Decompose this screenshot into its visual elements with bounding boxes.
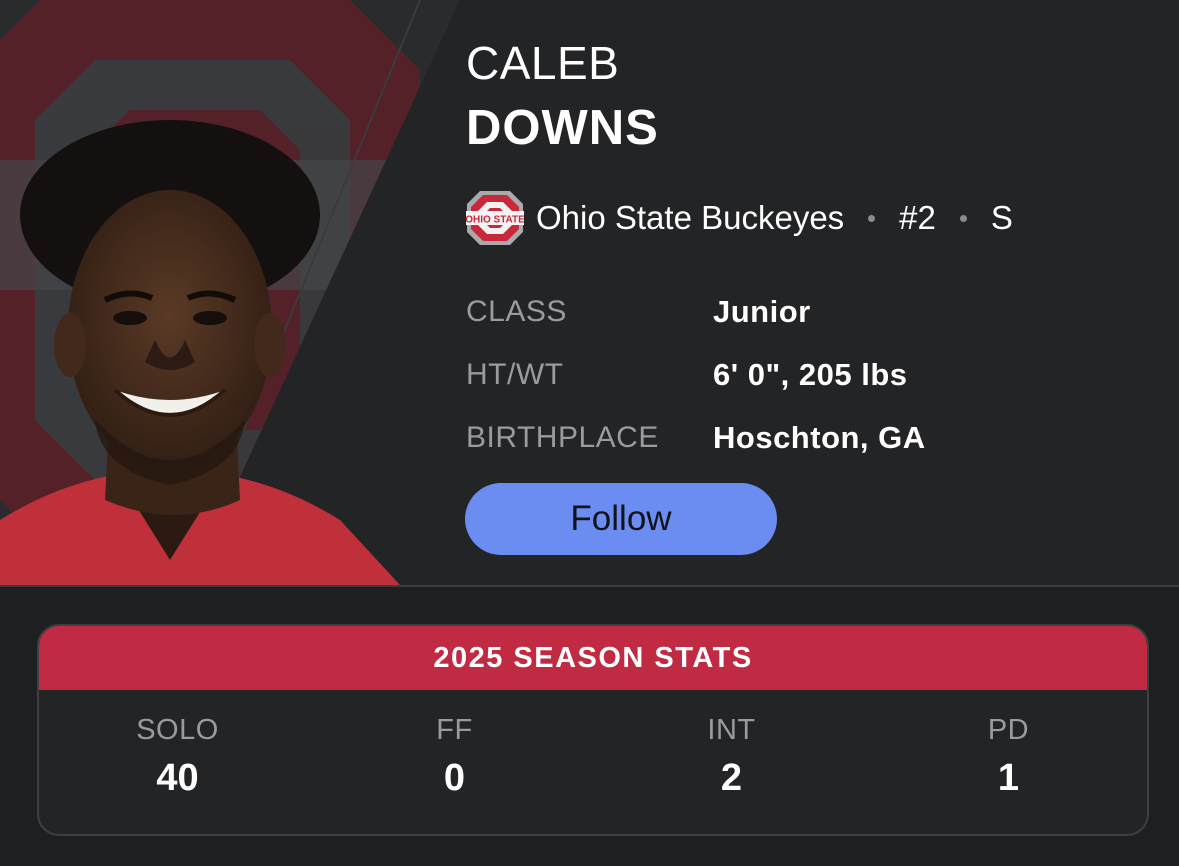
stat-ff: FF 0 (316, 690, 593, 834)
stat-label: INT (707, 714, 756, 746)
stat-label: PD (987, 714, 1030, 746)
stat-int: INT 2 (593, 690, 870, 834)
follow-button[interactable]: Follow (465, 483, 777, 555)
info-row-htwt: HT/WT 6' 0", 205 lbs (466, 343, 926, 406)
htwt-value: 6' 0", 205 lbs (713, 356, 908, 392)
stat-label: FF (436, 714, 473, 746)
player-last-name: DOWNS (466, 101, 659, 155)
player-photo (0, 0, 460, 585)
season-stats-card: 2025 SEASON STATS SOLO 40 FF 0 INT 2 PD … (37, 624, 1149, 836)
player-info-grid: CLASS Junior HT/WT 6' 0", 205 lbs BIRTHP… (466, 280, 926, 469)
stat-label: SOLO (136, 714, 219, 746)
header-divider (0, 585, 1179, 587)
player-header: CALEB DOWNS OHIO STATE Ohio State Buckey… (0, 0, 1179, 585)
stat-value: 2 (720, 757, 743, 799)
team-name[interactable]: Ohio State Buckeyes (536, 199, 844, 237)
stat-value: 1 (997, 757, 1020, 799)
separator-dot (868, 214, 876, 222)
birthplace-value: Hoschton, GA (713, 419, 926, 455)
stat-solo: SOLO 40 (39, 690, 316, 834)
stat-value: 0 (443, 757, 466, 799)
class-label: CLASS (466, 294, 567, 328)
htwt-label: HT/WT (466, 357, 564, 391)
svg-text:OHIO STATE: OHIO STATE (466, 215, 524, 226)
player-position: S (990, 199, 1013, 236)
team-info-row: OHIO STATE Ohio State Buckeyes #2 S (465, 190, 1013, 246)
stats-row: SOLO 40 FF 0 INT 2 PD 1 (39, 690, 1147, 834)
info-row-birthplace: BIRTHPLACE Hoschton, GA (466, 406, 926, 469)
stat-value: 40 (156, 757, 199, 799)
player-first-name: CALEB (466, 37, 620, 89)
season-stats-title: 2025 SEASON STATS (39, 626, 1147, 690)
stat-pd: PD 1 (870, 690, 1147, 834)
separator-dot (959, 214, 967, 222)
info-row-class: CLASS Junior (466, 280, 926, 343)
birthplace-label: BIRTHPLACE (466, 420, 659, 454)
class-value: Junior (713, 293, 811, 329)
ohio-state-logo-icon[interactable]: OHIO STATE (465, 190, 525, 246)
jersey-number: #2 (899, 199, 936, 236)
